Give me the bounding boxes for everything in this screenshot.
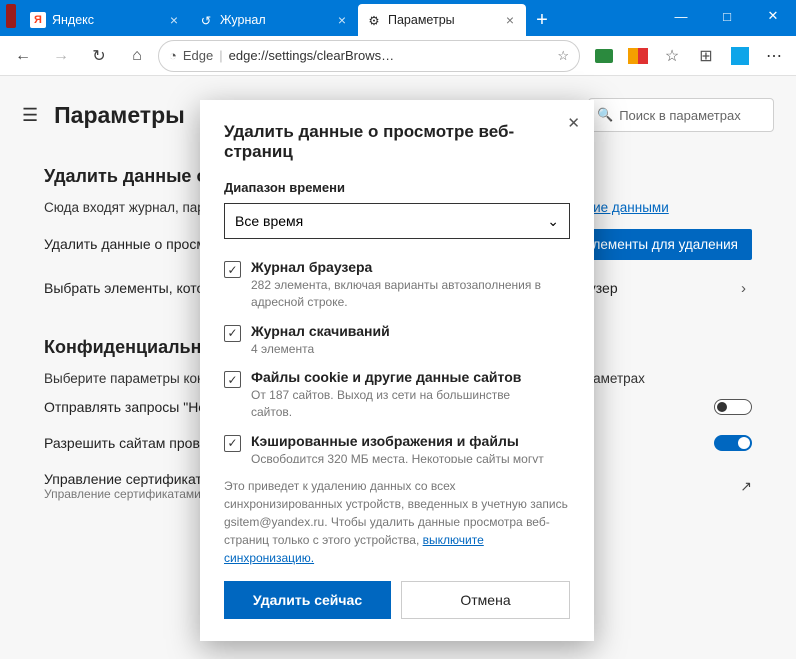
window-controls: — □ ✕ [658, 0, 796, 36]
data-type-list[interactable]: Журнал браузера 282 элемента, включая ва… [224, 253, 570, 463]
check-item-cookies[interactable]: Файлы cookie и другие данные сайтов От 1… [224, 363, 552, 427]
favorites-icon[interactable]: ☆ [656, 40, 688, 72]
edge-icon: ◔ [169, 48, 177, 63]
chevron-right-icon: › [735, 280, 752, 297]
address-bar[interactable]: ◔ Edge | edge://settings/clearBrows… ☆ [158, 40, 580, 72]
browser-toolbar: ← → ↻ ⌂ ◔ Edge | edge://settings/clearBr… [0, 36, 796, 76]
refresh-button[interactable]: ↻ [82, 40, 116, 72]
tab-label: Журнал [220, 13, 334, 27]
collections-icon[interactable]: ⊞ [690, 40, 722, 72]
checkbox[interactable] [224, 371, 241, 388]
checkbox[interactable] [224, 435, 241, 452]
time-range-label: Диапазон времени [224, 180, 570, 195]
chevron-down-icon: ⌄ [547, 213, 559, 230]
url-text: edge://settings/clearBrows… [229, 48, 394, 63]
tab-strip: Я Яндекс × ↺ Журнал × ⚙ Параметры × + [22, 0, 658, 36]
close-icon[interactable]: ✕ [567, 114, 580, 132]
item-title: Журнал скачиваний [251, 323, 552, 339]
gear-icon: ⚙ [366, 12, 382, 28]
window-titlebar: Я Яндекс × ↺ Журнал × ⚙ Параметры × + — … [0, 0, 796, 36]
extension-lastpass-icon[interactable] [588, 40, 620, 72]
item-title: Журнал браузера [251, 259, 552, 275]
page-title: Параметры [54, 102, 185, 129]
app-accent [6, 4, 16, 28]
tab-history[interactable]: ↺ Журнал × [190, 4, 358, 36]
history-icon: ↺ [198, 12, 214, 28]
toolbar-actions: ☆ ⊞ ⋯ [584, 40, 790, 72]
tab-settings[interactable]: ⚙ Параметры × [358, 4, 526, 36]
close-icon[interactable]: × [166, 12, 182, 28]
check-item-downloads[interactable]: Журнал скачиваний 4 элемента [224, 317, 552, 364]
home-button[interactable]: ⌂ [120, 40, 154, 72]
dialog-actions: Удалить сейчас Отмена [224, 581, 570, 619]
sync-warning: Это приведет к удалению данных со всех с… [224, 477, 570, 567]
search-placeholder: Поиск в параметрах [619, 108, 741, 123]
separator: | [219, 48, 222, 63]
favorite-icon[interactable]: ☆ [557, 48, 569, 64]
item-title: Файлы cookie и другие данные сайтов [251, 369, 552, 385]
settings-search[interactable]: 🔍 Поиск в параметрах [588, 98, 774, 132]
item-title: Кэшированные изображения и файлы [251, 433, 552, 449]
payment-methods-toggle[interactable] [714, 435, 752, 451]
time-range-select[interactable]: Все время ⌄ [224, 203, 570, 239]
external-link-icon: ↗ [740, 478, 752, 495]
close-icon[interactable]: × [502, 12, 518, 28]
windows-icon[interactable] [724, 40, 756, 72]
clear-data-dialog: ✕ Удалить данные о просмотре веб-страниц… [200, 100, 594, 641]
checkbox[interactable] [224, 325, 241, 342]
checkbox[interactable] [224, 261, 241, 278]
more-icon[interactable]: ⋯ [758, 40, 790, 72]
extension-bookmark-icon[interactable] [622, 40, 654, 72]
item-desc: 4 элемента [251, 341, 552, 358]
check-item-cache[interactable]: Кэшированные изображения и файлы Освобод… [224, 427, 552, 463]
yandex-icon: Я [30, 12, 46, 28]
dialog-title: Удалить данные о просмотре веб-страниц [224, 122, 570, 162]
item-desc: От 187 сайтов. Выход из сети на большинс… [251, 387, 552, 421]
cancel-button[interactable]: Отмена [401, 581, 570, 619]
tab-label: Параметры [388, 13, 502, 27]
maximize-button[interactable]: □ [704, 0, 750, 32]
tab-label: Яндекс [52, 13, 166, 27]
note-text: Это приведет к удалению данных со всех с… [224, 479, 568, 547]
item-desc: 282 элемента, включая варианты автозапол… [251, 277, 552, 311]
url-proto: Edge [183, 48, 213, 63]
do-not-track-toggle[interactable] [714, 399, 752, 415]
forward-button[interactable]: → [44, 40, 78, 72]
minimize-button[interactable]: — [658, 0, 704, 32]
tab-yandex[interactable]: Я Яндекс × [22, 4, 190, 36]
clear-now-button[interactable]: Удалить сейчас [224, 581, 391, 619]
new-tab-button[interactable]: + [526, 4, 558, 36]
close-window-button[interactable]: ✕ [750, 0, 796, 32]
search-icon: 🔍 [597, 107, 613, 123]
select-value: Все время [235, 213, 303, 229]
close-icon[interactable]: × [334, 12, 350, 28]
back-button[interactable]: ← [6, 40, 40, 72]
item-desc: Освободится 320 МБ места. Некоторые сайт… [251, 451, 552, 463]
check-item-history[interactable]: Журнал браузера 282 элемента, включая ва… [224, 253, 552, 317]
menu-icon[interactable]: ☰ [22, 105, 38, 126]
